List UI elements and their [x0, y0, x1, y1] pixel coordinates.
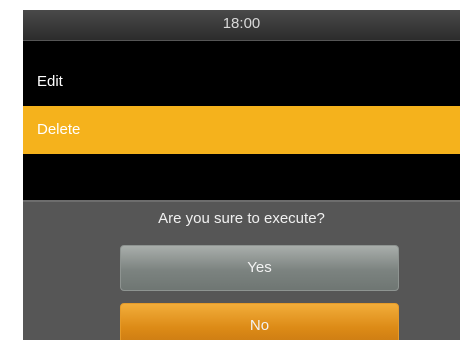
menu-item-edit[interactable]: Edit [23, 60, 460, 103]
menu-item-label: Delete [37, 121, 81, 138]
status-bar: 18:00 [23, 10, 460, 41]
menu-item-delete[interactable]: Delete [23, 106, 460, 154]
status-time: 18:00 [222, 15, 261, 32]
menu-item-label: Edit [37, 73, 63, 90]
confirm-dialog: Are you sure to execute? Yes No [23, 200, 460, 340]
yes-button[interactable]: Yes [120, 245, 399, 291]
device-screen: 18:00 Edit Delete Are you sure to execut… [23, 10, 460, 340]
dialog-message: Are you sure to execute? [158, 210, 325, 227]
no-button[interactable]: No [120, 303, 399, 340]
